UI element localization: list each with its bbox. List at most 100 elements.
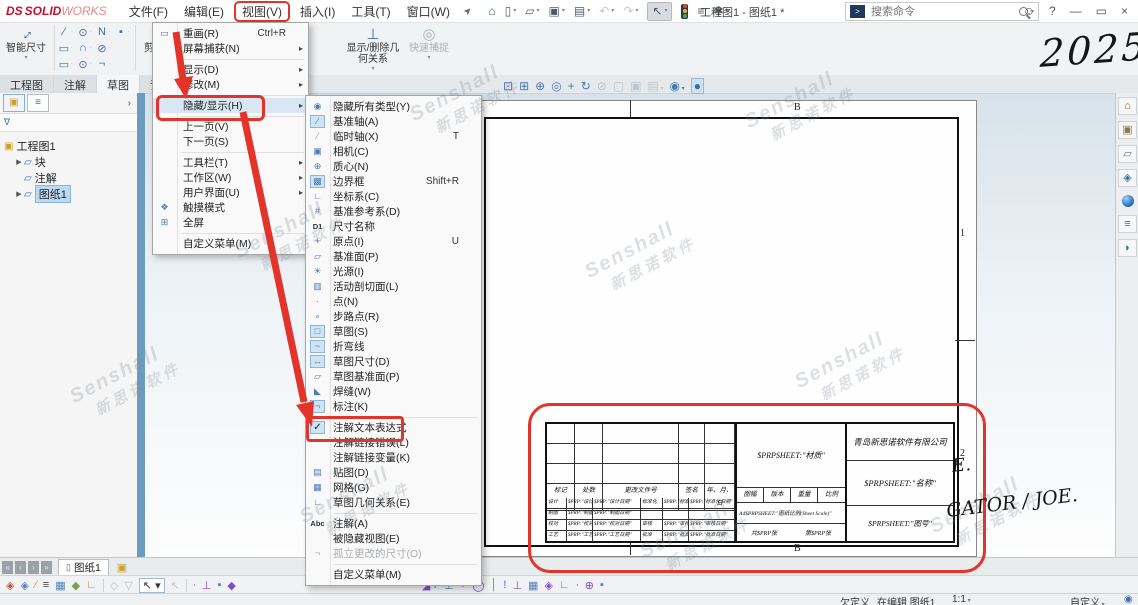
help-icon[interactable]: ? xyxy=(1049,4,1056,18)
performance-evaluation-icon[interactable] xyxy=(681,4,688,19)
open-icon[interactable]: ▱▾ xyxy=(525,2,539,20)
hide-show-注解文本表达式[interactable]: ✓注解文本表达式 xyxy=(306,420,481,435)
bottom-tool-icon[interactable]: ∟ xyxy=(86,579,97,591)
smart-dimension-button[interactable]: ↔ 智能尺寸 ▾ xyxy=(0,22,52,61)
hide-show-草图(S)[interactable]: □草图(S) xyxy=(306,324,481,339)
expand-icon[interactable]: ▶ xyxy=(14,158,24,166)
view-palette-icon[interactable]: ◈ xyxy=(1118,169,1137,187)
hide-show-焊缝(W)[interactable]: ◣焊缝(W) xyxy=(306,384,481,399)
undo-icon[interactable]: ↶▾ xyxy=(599,2,614,20)
hide-show-被隐藏视图(E)[interactable]: 被隐藏视图(E) xyxy=(306,531,481,546)
command-tab-工程图[interactable]: 工程图 xyxy=(0,75,54,93)
search-input[interactable] xyxy=(869,5,1019,19)
bottom-tool-icon[interactable]: ∟ xyxy=(559,579,570,591)
zoom-area-icon[interactable]: ⊞ xyxy=(519,79,529,93)
restore-icon[interactable]: ▭ xyxy=(1096,4,1107,18)
forum-icon[interactable]: ◗ xyxy=(1118,239,1137,257)
bottom-tool-icon[interactable]: ◈ xyxy=(544,579,552,592)
tree-item-块[interactable]: ▶▱块 xyxy=(10,154,137,170)
hide-show-相机(C)[interactable]: ▣相机(C) xyxy=(306,144,481,159)
panel-expand-icon[interactable]: › xyxy=(128,98,131,109)
view-menu-屏幕捕获(N)[interactable]: 屏幕捕获(N)▸ xyxy=(153,41,308,56)
bottom-tool-icon[interactable]: ▪ xyxy=(217,579,221,591)
feature-tree-tab-icon[interactable]: ▣ xyxy=(3,94,25,112)
hide-show-步路点(R)[interactable]: ∘步路点(R) xyxy=(306,309,481,324)
design-library-icon[interactable]: ▣ xyxy=(1118,121,1137,139)
menubar-item[interactable]: 编辑(E) xyxy=(176,1,232,22)
bottom-tool-icon[interactable]: ◇ xyxy=(110,579,118,592)
hide-show-孤立更改的尺寸(O)[interactable]: ¬孤立更改的尺寸(O) xyxy=(306,546,481,561)
bottom-tool-icon[interactable]: ◈ xyxy=(20,579,28,592)
bottom-tool-icon[interactable]: ↖ ▾ xyxy=(139,578,165,593)
rotate-view-icon[interactable]: ↻ xyxy=(581,79,591,93)
hide-show-贴图(D)[interactable]: ▤贴图(D) xyxy=(306,465,481,480)
bottom-tool-icon[interactable]: ≡ xyxy=(43,579,49,591)
menubar-item[interactable]: 文件(F) xyxy=(121,1,176,22)
edit-appearance-icon[interactable]: ▤ ▾ xyxy=(648,79,664,93)
view-menu-自定义菜单(M)[interactable]: 自定义菜单(M) xyxy=(153,236,308,251)
bottom-tool-icon[interactable]: ↖ xyxy=(171,579,180,592)
hide-show-草图尺寸(D)[interactable]: ↔草图尺寸(D) xyxy=(306,354,481,369)
view-menu-触摸模式[interactable]: ❖触摸模式 xyxy=(153,200,308,215)
add-sheet-icon[interactable]: ▣ xyxy=(117,561,127,574)
bottom-tool-icon[interactable]: │ xyxy=(491,579,498,591)
close-icon[interactable]: × xyxy=(1121,4,1128,18)
hide-show-基准轴(A)[interactable]: ∕基准轴(A) xyxy=(306,114,481,129)
tree-item-注解[interactable]: ▱注解 xyxy=(10,170,137,186)
property-manager-tab-icon[interactable]: ≡ xyxy=(27,94,49,112)
view-orientation-icon[interactable]: ▢ xyxy=(613,79,624,93)
file-explorer-icon[interactable]: ▱ xyxy=(1118,145,1137,163)
sketch-tool-icon[interactable]: ▭ xyxy=(57,58,71,71)
sketch-tool-icon[interactable]: ⊙ xyxy=(76,58,90,71)
sheet-nav-button[interactable]: › xyxy=(28,561,39,574)
hide-show-隐藏所有类型(Y)[interactable]: ◉隐藏所有类型(Y) xyxy=(306,99,481,114)
view-menu-显示(D)[interactable]: 显示(D)▸ xyxy=(153,62,308,77)
minimize-icon[interactable]: — xyxy=(1070,4,1082,18)
status-item[interactable]: 自定义 ▾ xyxy=(1070,594,1105,605)
hide-show-自定义菜单(M)[interactable]: 自定义菜单(M) xyxy=(306,567,481,582)
bottom-tool-icon[interactable]: ⊥ xyxy=(512,579,522,592)
tree-filter[interactable]: ∇ xyxy=(0,114,137,132)
sketch-tool-icon[interactable]: ⊙ xyxy=(76,26,90,39)
panel-splitter[interactable] xyxy=(137,93,145,557)
display-delete-relations-button[interactable]: ⊥ 显示/删除几何关系 ▾ xyxy=(342,22,404,72)
menubar-item[interactable]: 工具(T) xyxy=(343,1,398,22)
sheet-nav-button[interactable]: ‹ xyxy=(15,561,26,574)
bottom-tool-icon[interactable]: ▽ xyxy=(124,579,132,592)
view-menu-工作区(W)[interactable]: 工作区(W)▸ xyxy=(153,170,308,185)
hide-show-网格(G)[interactable]: ▦网格(G) xyxy=(306,480,481,495)
menubar-item[interactable]: 视图(V) xyxy=(234,1,290,22)
sketch-tool-icon[interactable]: ¬ xyxy=(95,58,109,70)
sketch-tool-icon[interactable]: ∕ xyxy=(57,26,71,38)
hide-show-光源(I)[interactable]: ☀光源(I) xyxy=(306,264,481,279)
hide-show-注解(A)[interactable]: Abc注解(A) xyxy=(306,516,481,531)
bottom-tool-icon[interactable]: ◆ xyxy=(72,579,80,592)
bottom-tool-icon[interactable]: ⊕ xyxy=(585,579,594,592)
tree-item-图纸1[interactable]: ▶▱图纸1 xyxy=(10,186,137,202)
print-icon[interactable]: ▤▾ xyxy=(574,2,590,20)
bottom-tool-icon[interactable]: ◈ xyxy=(6,579,14,592)
status-item[interactable]: 1:1 ▾ xyxy=(952,594,971,605)
hide-show-标注(K)[interactable]: ¬标注(K) xyxy=(306,399,481,414)
bottom-tool-icon[interactable]: ▪ xyxy=(600,579,604,591)
display-style-icon[interactable]: ▣ xyxy=(630,79,641,93)
hide-show-临时轴(X)[interactable]: ∕临时轴(X)T xyxy=(306,129,481,144)
bottom-tool-icon[interactable]: ▦ xyxy=(55,579,65,592)
sketch-tool-icon[interactable]: N xyxy=(95,26,109,38)
hide-show-草图基准面(P)[interactable]: ▱草图基准面(P) xyxy=(306,369,481,384)
pan-icon[interactable]: + xyxy=(568,79,575,93)
redo-icon[interactable]: ↷▾ xyxy=(623,2,638,20)
solidworks-resources-icon[interactable]: ⌂ xyxy=(1118,97,1137,115)
sketch-tool-icon[interactable]: ∩ xyxy=(76,42,90,54)
hide-show-活动剖切面(L)[interactable]: ▥活动剖切面(L) xyxy=(306,279,481,294)
hide-show-坐标系(C)[interactable]: ∟坐标系(C) xyxy=(306,189,481,204)
view-menu-用户界面(U)[interactable]: 用户界面(U)▸ xyxy=(153,185,308,200)
hide-show-草图几何关系(E)[interactable]: ∟草图几何关系(E) xyxy=(306,495,481,510)
tree-root[interactable]: ▣工程图1 xyxy=(0,138,137,154)
previous-view-icon[interactable]: ◎ xyxy=(551,79,561,93)
bottom-tool-icon[interactable]: ! xyxy=(503,579,506,591)
view-menu-工具栏(T)[interactable]: 工具栏(T)▸ xyxy=(153,155,308,170)
sketch-tool-icon[interactable]: ▪ xyxy=(114,26,128,38)
expand-icon[interactable]: ▶ xyxy=(14,190,24,198)
hide-show-注解链接错误(L)[interactable]: 注解链接错误(L) xyxy=(306,435,481,450)
